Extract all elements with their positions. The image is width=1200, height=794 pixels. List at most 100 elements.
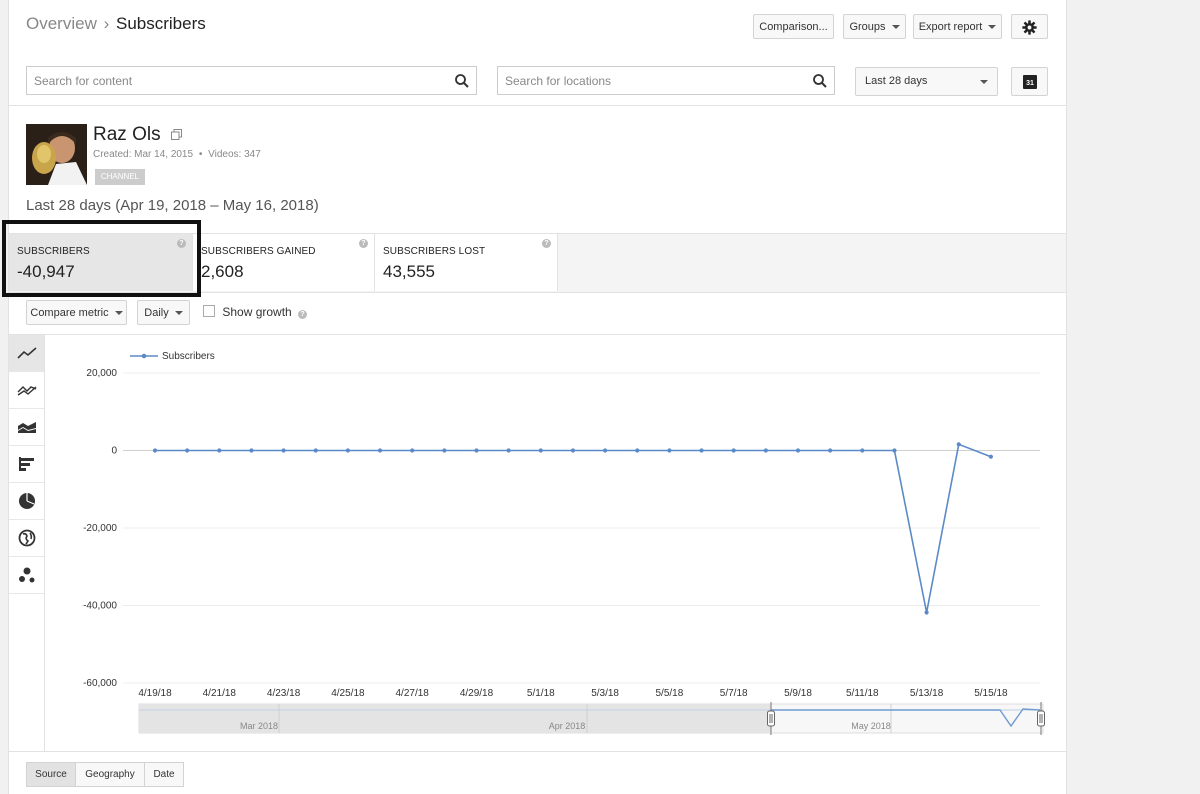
tab-date[interactable]: Date: [144, 762, 184, 787]
data-point[interactable]: [699, 448, 704, 453]
content-search-input[interactable]: [27, 67, 454, 94]
data-point[interactable]: [217, 448, 222, 453]
stacked-area-icon[interactable]: [9, 409, 44, 446]
y-tick-label: -60,000: [83, 678, 117, 689]
channel-badge: CHANNEL: [95, 169, 145, 185]
date-range-value: Last 28 days: [865, 75, 928, 87]
metric-value: -40,947: [17, 262, 75, 281]
help-icon[interactable]: ?: [542, 239, 551, 248]
chevron-down-icon: [891, 25, 900, 30]
x-tick-label: 4/21/18: [203, 688, 237, 699]
compare-metric-button[interactable]: Compare metric: [26, 300, 127, 325]
groups-label: Groups: [849, 21, 886, 33]
channel-name: Raz Ols: [93, 124, 182, 146]
breadcrumb: Overview › Subscribers: [26, 14, 206, 34]
data-point[interactable]: [249, 448, 254, 453]
interval-select[interactable]: Daily: [137, 300, 190, 325]
x-tick-label: 4/23/18: [267, 688, 301, 699]
bubble-chart-icon[interactable]: [9, 557, 44, 594]
bar-chart-icon[interactable]: [9, 446, 44, 483]
external-link-icon[interactable]: [170, 129, 182, 141]
help-icon[interactable]: ?: [177, 239, 186, 248]
page-title: Subscribers: [116, 14, 206, 33]
time-navigator[interactable]: Mar 2018 Apr 2018 May 2018: [138, 702, 1045, 735]
data-point[interactable]: [281, 448, 286, 453]
metric-label: SUBSCRIBERS: [17, 246, 90, 257]
chart-type-toolbar: [9, 335, 45, 751]
data-point[interactable]: [603, 448, 608, 453]
y-tick-label: 0: [111, 446, 117, 457]
export-report-button[interactable]: Export report: [913, 14, 1002, 39]
legend-label: Subscribers: [162, 351, 215, 362]
multi-line-icon[interactable]: [9, 372, 44, 409]
location-search-box: [497, 66, 835, 95]
data-point[interactable]: [474, 448, 479, 453]
data-point[interactable]: [988, 454, 994, 459]
help-icon[interactable]: ?: [298, 310, 308, 319]
metric-value: 43,555: [383, 262, 435, 281]
data-point[interactable]: [538, 448, 543, 453]
metric-label: SUBSCRIBERS GAINED: [201, 246, 316, 257]
data-point[interactable]: [377, 448, 383, 453]
analytics-panel: Overview › Subscribers Comparison... Gro…: [2, 0, 1067, 794]
comparison-button[interactable]: Comparison...: [753, 14, 834, 39]
date-range-select[interactable]: Last 28 days: [855, 67, 998, 96]
show-growth-toggle: Show growth ?: [203, 305, 308, 319]
chart-legend: Subscribers: [130, 351, 215, 362]
compare-metric-label: Compare metric: [30, 307, 109, 319]
data-point[interactable]: [892, 448, 897, 453]
search-icon[interactable]: [454, 73, 470, 89]
data-point[interactable]: [635, 448, 640, 453]
data-point[interactable]: [795, 448, 801, 453]
settings-button[interactable]: [1011, 14, 1048, 39]
groups-button[interactable]: Groups: [843, 14, 906, 39]
period-text: Last 28 days (Apr 19, 2018 – May 16, 201…: [26, 197, 319, 214]
data-point[interactable]: [828, 448, 833, 453]
data-point[interactable]: [185, 448, 190, 453]
comparison-label: Comparison...: [759, 21, 828, 33]
data-point[interactable]: [731, 448, 736, 453]
x-tick-label: 5/1/18: [527, 688, 555, 699]
data-point[interactable]: [667, 448, 672, 453]
calendar-day: 31: [1024, 79, 1036, 88]
x-tick-label: 5/7/18: [720, 688, 748, 699]
data-point[interactable]: [345, 448, 350, 453]
navigator-handle[interactable]: [767, 710, 775, 727]
search-icon[interactable]: [812, 73, 828, 89]
y-tick-label: -20,000: [83, 523, 117, 534]
data-point[interactable]: [570, 448, 576, 453]
data-point[interactable]: [924, 610, 929, 615]
x-tick-label: 5/3/18: [591, 688, 619, 699]
chevron-down-icon: [114, 311, 123, 316]
tab-source[interactable]: Source: [26, 762, 76, 787]
breadcrumb-separator: ›: [103, 14, 110, 33]
navigator-mask: [139, 704, 771, 733]
interval-label: Daily: [144, 307, 169, 319]
show-growth-checkbox[interactable]: [203, 305, 215, 317]
data-point[interactable]: [410, 448, 415, 453]
line-chart-icon[interactable]: [9, 335, 44, 372]
data-point[interactable]: [763, 448, 768, 453]
data-point[interactable]: [313, 448, 318, 453]
metric-card-subscribers[interactable]: SUBSCRIBERS -40,947 ?: [9, 234, 193, 291]
channel-videos: Videos: 347: [208, 149, 261, 160]
globe-icon[interactable]: [9, 520, 44, 557]
data-point[interactable]: [956, 442, 961, 447]
breadcrumb-overview[interactable]: Overview: [26, 14, 97, 33]
metric-card-subscribers-gained[interactable]: SUBSCRIBERS GAINED 2,608 ?: [193, 234, 375, 291]
data-point[interactable]: [442, 448, 447, 453]
navigator-handle[interactable]: [1037, 710, 1045, 727]
pie-chart-icon[interactable]: [9, 483, 44, 520]
data-point[interactable]: [506, 448, 511, 453]
x-tick-label: 5/15/18: [974, 688, 1008, 699]
data-point[interactable]: [152, 448, 158, 453]
tab-geography[interactable]: Geography: [75, 762, 145, 787]
x-tick-label: 4/25/18: [331, 688, 365, 699]
x-tick-label: 4/19/18: [138, 688, 172, 699]
location-search-input[interactable]: [498, 67, 812, 94]
metric-card-subscribers-lost[interactable]: SUBSCRIBERS LOST 43,555 ?: [375, 234, 558, 291]
data-point[interactable]: [860, 448, 865, 453]
gear-icon: [1022, 20, 1037, 35]
calendar-button[interactable]: 31: [1011, 67, 1048, 96]
help-icon[interactable]: ?: [359, 239, 368, 248]
